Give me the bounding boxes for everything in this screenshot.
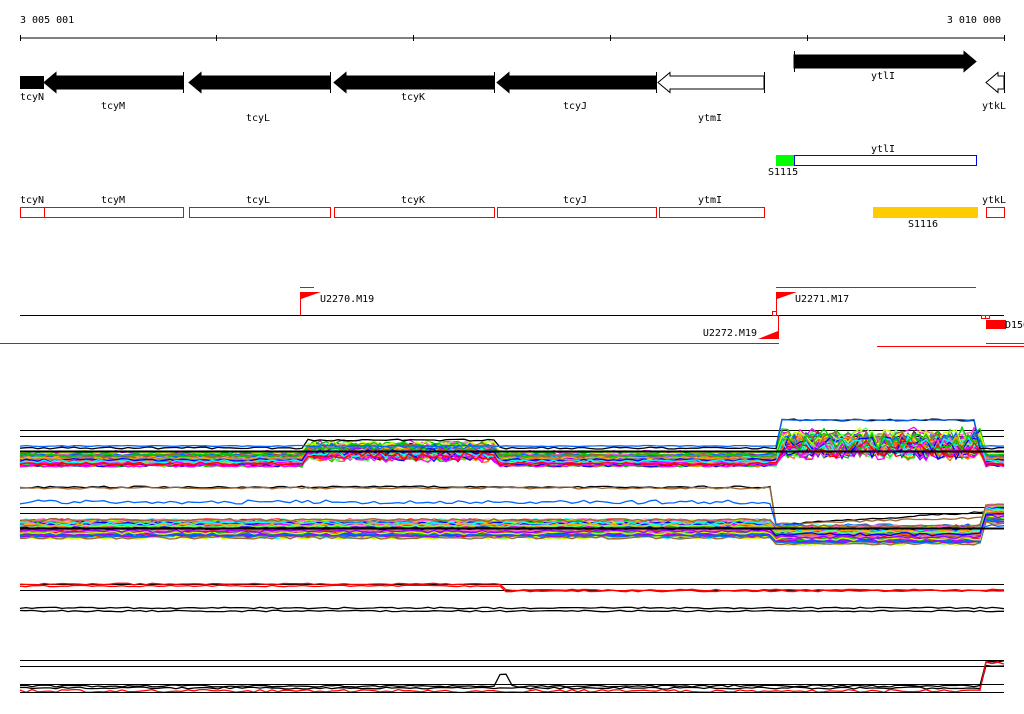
cds-label: tcyM	[101, 195, 125, 206]
gene-ytkL[interactable]: ytkL	[982, 71, 1006, 112]
gene-label: tcyM	[101, 101, 125, 112]
gene-arrow	[657, 71, 765, 94]
gene-ytlI[interactable]: ytlI	[793, 50, 977, 82]
expression-profile	[19, 486, 1005, 525]
site-marker	[985, 315, 990, 319]
s1116-feature[interactable]	[873, 207, 978, 218]
site-marker	[981, 315, 986, 319]
promoter-u2271[interactable]: U2271.M17	[772, 292, 850, 316]
gene-track: tcyN tcyM tcyL tcyK tcyJ ytmI ytlI ytkL	[20, 50, 1006, 124]
gene-arrow	[20, 76, 44, 89]
gene-arrow	[333, 71, 495, 94]
cds-box	[20, 207, 45, 218]
flag-icon	[777, 292, 797, 299]
gene-arrow	[985, 71, 1005, 94]
genome-browser-canvas: 3 005 001 3 010 000 tcyN tcyM tcyL tcyK tcyJ…	[0, 15, 1024, 694]
cds-box	[986, 207, 1005, 218]
cds-ytkL[interactable]: ytkL	[982, 195, 1006, 218]
flag-icon	[758, 331, 778, 339]
cds-box	[44, 207, 184, 218]
s1116-label: S1116	[908, 219, 938, 230]
gene-label: tcyJ	[563, 101, 587, 112]
ruler-end-label: 3 010 000	[947, 15, 1001, 26]
cds-label: tcyN	[20, 195, 44, 206]
gene-label: tcyL	[246, 113, 270, 124]
cds-label: ytkL	[982, 195, 1006, 206]
gene-arrow	[496, 71, 657, 94]
operon-track: ytlI S1115	[768, 144, 977, 178]
gene-label: ytlI	[871, 71, 895, 82]
cds-box	[497, 207, 657, 218]
gene-tcyK[interactable]: tcyK	[333, 71, 495, 103]
expression-tracks	[19, 418, 1005, 694]
s1115-label: S1115	[768, 167, 798, 178]
ruler: 3 005 001 3 010 000	[20, 15, 1005, 41]
expression-profile	[19, 609, 1004, 613]
cds-tcyJ[interactable]: tcyJ	[497, 195, 657, 218]
cds-tcyN[interactable]: tcyN	[20, 195, 45, 218]
transcript-track: U2270.M19 U2271.M17 U2272.M19 D150	[0, 287, 1024, 347]
gene-label: ytkL	[982, 101, 1006, 112]
ytlI-operon-box[interactable]	[794, 155, 977, 166]
d150-label: D150	[1005, 320, 1024, 331]
expression-profile	[19, 606, 1005, 610]
gene-ytmI[interactable]: ytmI	[657, 71, 765, 124]
s1115-feature[interactable]	[776, 155, 794, 166]
gene-arrow	[188, 71, 331, 94]
gene-label: tcyK	[401, 92, 425, 103]
gene-tcyJ[interactable]: tcyJ	[496, 71, 657, 112]
cds-box	[659, 207, 765, 218]
gene-tcyM[interactable]: tcyM	[43, 71, 184, 112]
gene-label: ytmI	[698, 113, 722, 124]
operon-gene-label: ytlI	[871, 144, 895, 155]
u2271-label: U2271.M17	[795, 294, 849, 305]
cds-tcyM[interactable]: tcyM	[44, 195, 184, 218]
cds-label: ytmI	[698, 195, 722, 206]
expression-profile	[19, 660, 1005, 688]
cds-ytmI[interactable]: ytmI	[659, 195, 765, 218]
gene-tcyN[interactable]: tcyN	[20, 76, 44, 103]
cds-label: tcyJ	[563, 195, 587, 206]
cds-box	[334, 207, 495, 218]
cds-tcyL[interactable]: tcyL	[189, 195, 331, 218]
cds-label: tcyL	[246, 195, 270, 206]
site-marker	[772, 311, 777, 316]
u2272-label: U2272.M19	[703, 328, 757, 339]
gene-tcyL[interactable]: tcyL	[188, 71, 331, 124]
ruler-start-label: 3 005 001	[20, 15, 74, 26]
cds-tcyK[interactable]: tcyK	[334, 195, 495, 218]
u2270-label: U2270.M19	[320, 294, 374, 305]
promoter-u2272[interactable]: U2272.M19	[703, 315, 779, 339]
cds-track: S1116 tcyN tcyM tcyL tcyK tcyJ ytmI ytkL	[20, 195, 1006, 230]
gene-label: tcyN	[20, 92, 44, 103]
cds-label: tcyK	[401, 195, 425, 206]
terminator-d150[interactable]: D150	[981, 315, 1024, 332]
promoter-u2270[interactable]: U2270.M19	[300, 292, 375, 315]
cds-box	[189, 207, 331, 218]
gene-arrow	[793, 50, 977, 73]
flag-icon	[301, 292, 321, 299]
gene-arrow	[43, 71, 184, 94]
terminator-block	[986, 320, 1006, 329]
